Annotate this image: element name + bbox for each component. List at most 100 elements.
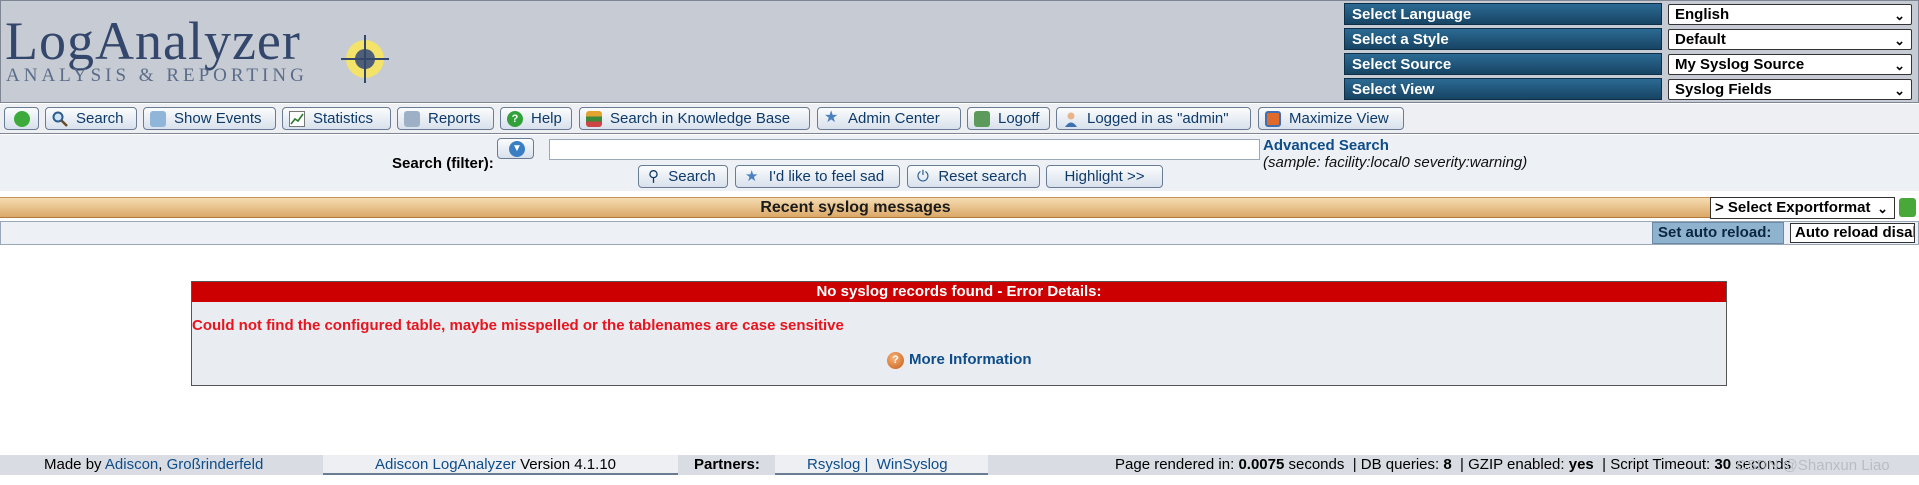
view-row: Select View Syslog Fields ⌄: [1344, 78, 1912, 100]
maximize-icon: [1265, 111, 1281, 127]
statistics-button[interactable]: Statistics: [282, 107, 391, 130]
style-value: Default: [1675, 31, 1726, 48]
rendered-label: Page rendered in:: [1115, 456, 1235, 473]
rsyslog-link[interactable]: Rsyslog: [807, 456, 860, 473]
auto-reload-label: Set auto reload:: [1652, 222, 1784, 244]
auto-reload-select[interactable]: Auto reload disabled: [1790, 223, 1915, 243]
search-submit-button[interactable]: ⚲ Search: [638, 165, 728, 188]
home-icon: [14, 111, 30, 127]
winsyslog-link[interactable]: WinSyslog: [877, 456, 948, 473]
feel-sad-button[interactable]: ★ I'd like to feel sad: [735, 165, 900, 188]
knowledge-base-button[interactable]: Search in Knowledge Base: [579, 107, 810, 130]
star-icon: ★: [745, 168, 759, 185]
footer-made-by: Made by Adiscon, Großrinderfeld: [0, 455, 323, 475]
timeout-label: Script Timeout:: [1610, 456, 1711, 473]
source-value: My Syslog Source: [1675, 56, 1805, 73]
export-format-select[interactable]: > Select Exportformat ⌄: [1710, 197, 1895, 219]
source-row: Select Source My Syslog Source ⌄: [1344, 53, 1912, 75]
gzip-label: GZIP enabled:: [1468, 456, 1565, 473]
chevron-down-icon: ⌄: [1894, 8, 1905, 23]
logoff-button[interactable]: Logoff: [967, 107, 1050, 130]
admin-center-button[interactable]: ★ Admin Center: [817, 107, 961, 130]
footer-version: Adiscon LogAnalyzer Version 4.1.10: [375, 455, 616, 475]
reports-button[interactable]: Reports: [397, 107, 494, 130]
source-label: Select Source: [1344, 53, 1662, 75]
db-queries-label: DB queries:: [1360, 456, 1440, 473]
statistics-label: Statistics: [313, 110, 374, 127]
search-button[interactable]: Search: [45, 107, 137, 130]
language-row: Select Language English ⌄: [1344, 3, 1912, 25]
footer: Made by Adiscon, Großrinderfeld Adiscon …: [0, 455, 1919, 475]
highlight-label: Highlight >>: [1064, 168, 1145, 185]
adiscon-link[interactable]: Adiscon: [105, 456, 158, 473]
rendered-unit: seconds: [1288, 456, 1345, 473]
search-history-dropdown[interactable]: ▼: [497, 138, 534, 159]
show-events-button[interactable]: Show Events: [143, 107, 276, 130]
help-icon: ?: [887, 352, 904, 369]
error-title: No syslog records found - Error Details:: [192, 282, 1726, 302]
search-label: Search: [76, 110, 124, 127]
power-icon: ⏻: [917, 168, 929, 185]
rendered-value: 0.0075: [1238, 456, 1285, 473]
chevron-down-icon: ⌄: [1894, 58, 1905, 73]
timeout-value: 30: [1714, 456, 1732, 473]
partners-label: Partners:: [678, 455, 775, 475]
show-events-label: Show Events: [174, 110, 262, 127]
reports-icon: [404, 111, 420, 127]
maximize-view-button[interactable]: Maximize View: [1258, 107, 1404, 130]
logoff-label: Logoff: [998, 110, 1040, 127]
version-text: Version 4.1.10: [520, 456, 616, 473]
more-information-label: More Information: [909, 351, 1032, 368]
more-information-link[interactable]: ? More Information: [887, 351, 1032, 369]
help-label: Help: [531, 110, 562, 127]
view-select[interactable]: Syslog Fields ⌄: [1668, 79, 1912, 100]
reload-bar: [0, 221, 1919, 245]
style-label: Select a Style: [1344, 28, 1662, 50]
db-queries-value: 8: [1443, 456, 1452, 473]
style-row: Select a Style Default ⌄: [1344, 28, 1912, 50]
logged-in-user-button[interactable]: Logged in as "admin": [1056, 107, 1251, 130]
reset-search-button[interactable]: ⏻ Reset search: [907, 165, 1040, 188]
search-input[interactable]: [549, 139, 1260, 160]
maximize-label: Maximize View: [1289, 110, 1389, 127]
advanced-search-link[interactable]: Advanced Search: [1263, 137, 1389, 154]
search-submit-label: Search: [668, 168, 716, 185]
view-value: Syslog Fields: [1675, 81, 1772, 98]
footer-partners: Rsyslog | WinSyslog: [807, 456, 948, 473]
highlight-button[interactable]: Highlight >>: [1046, 165, 1163, 188]
logo[interactable]: LogAnalyzer ANALYSIS & REPORTING: [3, 7, 398, 91]
location-link[interactable]: Großrinderfeld: [167, 456, 264, 473]
reports-label: Reports: [428, 110, 481, 127]
magnifier-icon: [52, 111, 68, 127]
style-select[interactable]: Default ⌄: [1668, 29, 1912, 50]
made-by-text: Made by: [44, 456, 102, 473]
watermark: CSDN @Shanxun Liao: [1736, 457, 1890, 474]
error-message: Could not find the configured table, may…: [192, 317, 844, 334]
magnifier-icon: ⚲: [648, 168, 659, 185]
home-button[interactable]: [4, 107, 39, 130]
search-filter-label: Search (filter):: [392, 155, 494, 172]
logoff-icon: [974, 111, 990, 127]
search-area: Search (filter): ▼ Advanced Search (samp…: [0, 135, 1919, 191]
user-icon: [1063, 111, 1079, 127]
feel-sad-label: I'd like to feel sad: [768, 168, 885, 185]
search-sample-hint: (sample: facility:local0 severity:warnin…: [1263, 154, 1528, 171]
page: LogAnalyzer ANALYSIS & REPORTING Select …: [0, 0, 1919, 485]
books-icon: [586, 111, 602, 127]
header: LogAnalyzer ANALYSIS & REPORTING Select …: [0, 0, 1919, 103]
help-button[interactable]: ? Help: [500, 107, 572, 130]
chevron-down-icon: ⌄: [1894, 83, 1905, 98]
export-format-value: > Select Exportformat: [1715, 199, 1871, 216]
section-title: Recent syslog messages: [0, 197, 1711, 218]
knowledge-base-label: Search in Knowledge Base: [610, 110, 791, 127]
reset-search-label: Reset search: [938, 168, 1027, 185]
language-label: Select Language: [1344, 3, 1662, 25]
product-link[interactable]: Adiscon LogAnalyzer: [375, 456, 516, 473]
source-select[interactable]: My Syslog Source ⌄: [1668, 54, 1912, 75]
export-icon[interactable]: [1899, 198, 1916, 217]
language-select[interactable]: English ⌄: [1668, 4, 1912, 25]
chevron-down-icon: ⌄: [1877, 201, 1888, 216]
error-panel: No syslog records found - Error Details:…: [191, 281, 1727, 386]
logo-subtitle: ANALYSIS & REPORTING: [6, 65, 308, 86]
help-icon: ?: [507, 111, 523, 127]
